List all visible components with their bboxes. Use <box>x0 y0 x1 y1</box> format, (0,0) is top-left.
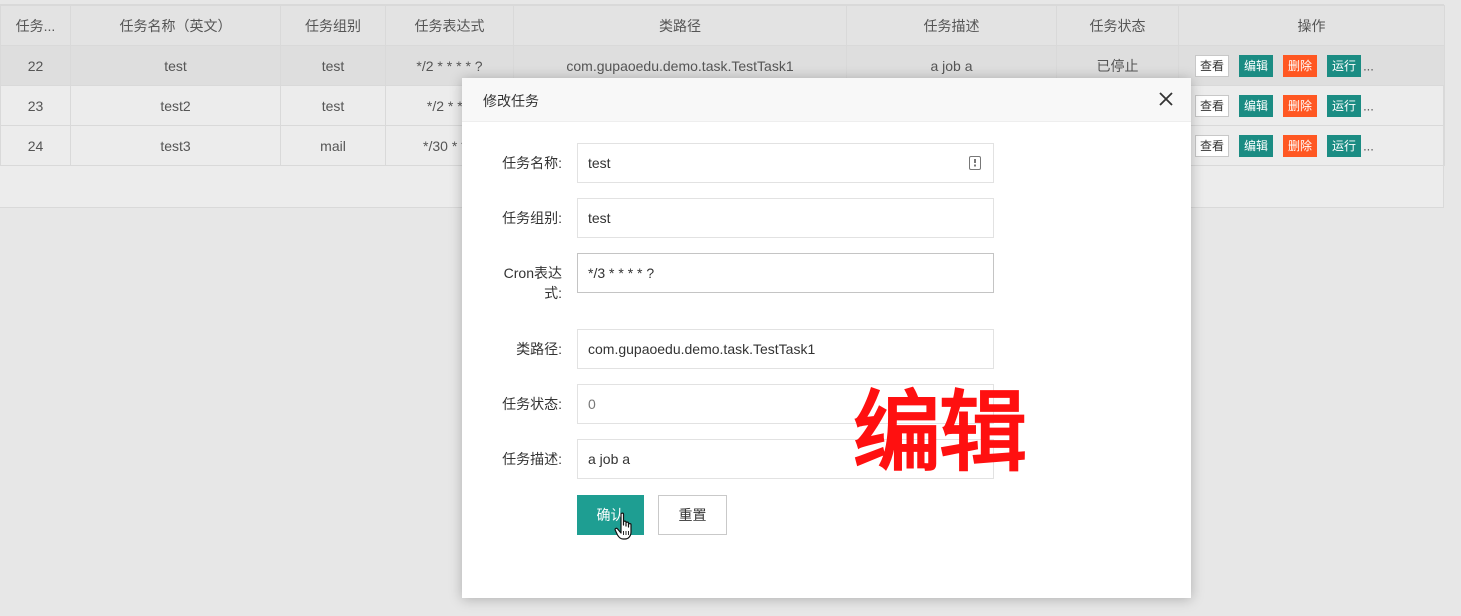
run-button[interactable]: 运行 <box>1327 94 1362 117</box>
cell-group: test <box>280 85 386 126</box>
delete-button[interactable]: 删除 <box>1283 134 1318 157</box>
col-header-status[interactable]: 任务状态 <box>1056 5 1179 46</box>
col-header-name[interactable]: 任务名称（英文） <box>70 5 281 46</box>
cron-label: Cron表达 式: <box>482 263 562 303</box>
col-header-desc[interactable]: 任务描述 <box>846 5 1057 46</box>
edit-button[interactable]: 编辑 <box>1239 134 1274 157</box>
autofill-icon[interactable] <box>969 156 981 170</box>
cell-group: test <box>280 45 386 86</box>
more-ellipsis: ... <box>1363 58 1374 73</box>
view-button[interactable]: 查看 <box>1195 134 1230 157</box>
edit-overlay-caption: 编辑 <box>853 381 1027 484</box>
view-button[interactable]: 查看 <box>1195 54 1230 77</box>
cell-id: 22 <box>0 45 71 86</box>
cell-id: 23 <box>0 85 71 126</box>
col-header-cron[interactable]: 任务表达式 <box>385 5 514 46</box>
cell-name: test3 <box>70 125 281 166</box>
group-label: 任务组别: <box>502 210 562 226</box>
view-button[interactable]: 查看 <box>1195 94 1230 117</box>
cron-expression-input[interactable] <box>577 253 994 293</box>
cell-ops: 查看 编辑 删除 运行... <box>1178 85 1445 126</box>
hand-cursor-icon <box>614 512 632 540</box>
cell-ops: 查看 编辑 删除 运行... <box>1178 125 1445 166</box>
cell-id: 24 <box>0 125 71 166</box>
edit-button[interactable]: 编辑 <box>1239 54 1274 77</box>
task-group-input[interactable] <box>577 198 994 238</box>
close-icon[interactable] <box>1156 89 1176 109</box>
more-ellipsis: ... <box>1363 138 1374 153</box>
cell-group: mail <box>280 125 386 166</box>
col-header-group[interactable]: 任务组别 <box>280 5 386 46</box>
cell-name: test <box>70 45 281 86</box>
table-header-row: 任务... 任务名称（英文） 任务组别 任务表达式 类路径 任务描述 任务状态 … <box>0 5 1445 46</box>
run-button[interactable]: 运行 <box>1327 54 1362 77</box>
status-label: 任务状态: <box>502 396 562 412</box>
col-header-id[interactable]: 任务... <box>0 5 71 46</box>
delete-button[interactable]: 删除 <box>1283 94 1318 117</box>
cell-name: test2 <box>70 85 281 126</box>
name-label: 任务名称: <box>502 155 562 171</box>
edit-task-modal: 修改任务 任务名称: 任务组别: Cron表达 式: 类路径: 任务状态: 任务… <box>462 78 1191 598</box>
class-path-label: 类路径: <box>516 341 562 357</box>
class-path-input[interactable] <box>577 329 994 369</box>
col-header-class-path[interactable]: 类路径 <box>513 5 847 46</box>
edit-button[interactable]: 编辑 <box>1239 94 1274 117</box>
cell-ops: 查看 编辑 删除 运行... <box>1178 45 1445 86</box>
desc-label: 任务描述: <box>502 451 562 467</box>
run-button[interactable]: 运行 <box>1327 134 1362 157</box>
delete-button[interactable]: 删除 <box>1283 54 1318 77</box>
modal-title: 修改任务 <box>483 93 539 109</box>
cron-label-line2: 式: <box>544 285 562 301</box>
modal-header: 修改任务 <box>462 78 1191 122</box>
task-name-input[interactable] <box>577 143 994 183</box>
reset-button[interactable]: 重置 <box>658 495 727 535</box>
more-ellipsis: ... <box>1363 98 1374 113</box>
cron-label-line1: Cron表达 <box>503 265 562 281</box>
col-header-ops: 操作 <box>1178 5 1445 46</box>
